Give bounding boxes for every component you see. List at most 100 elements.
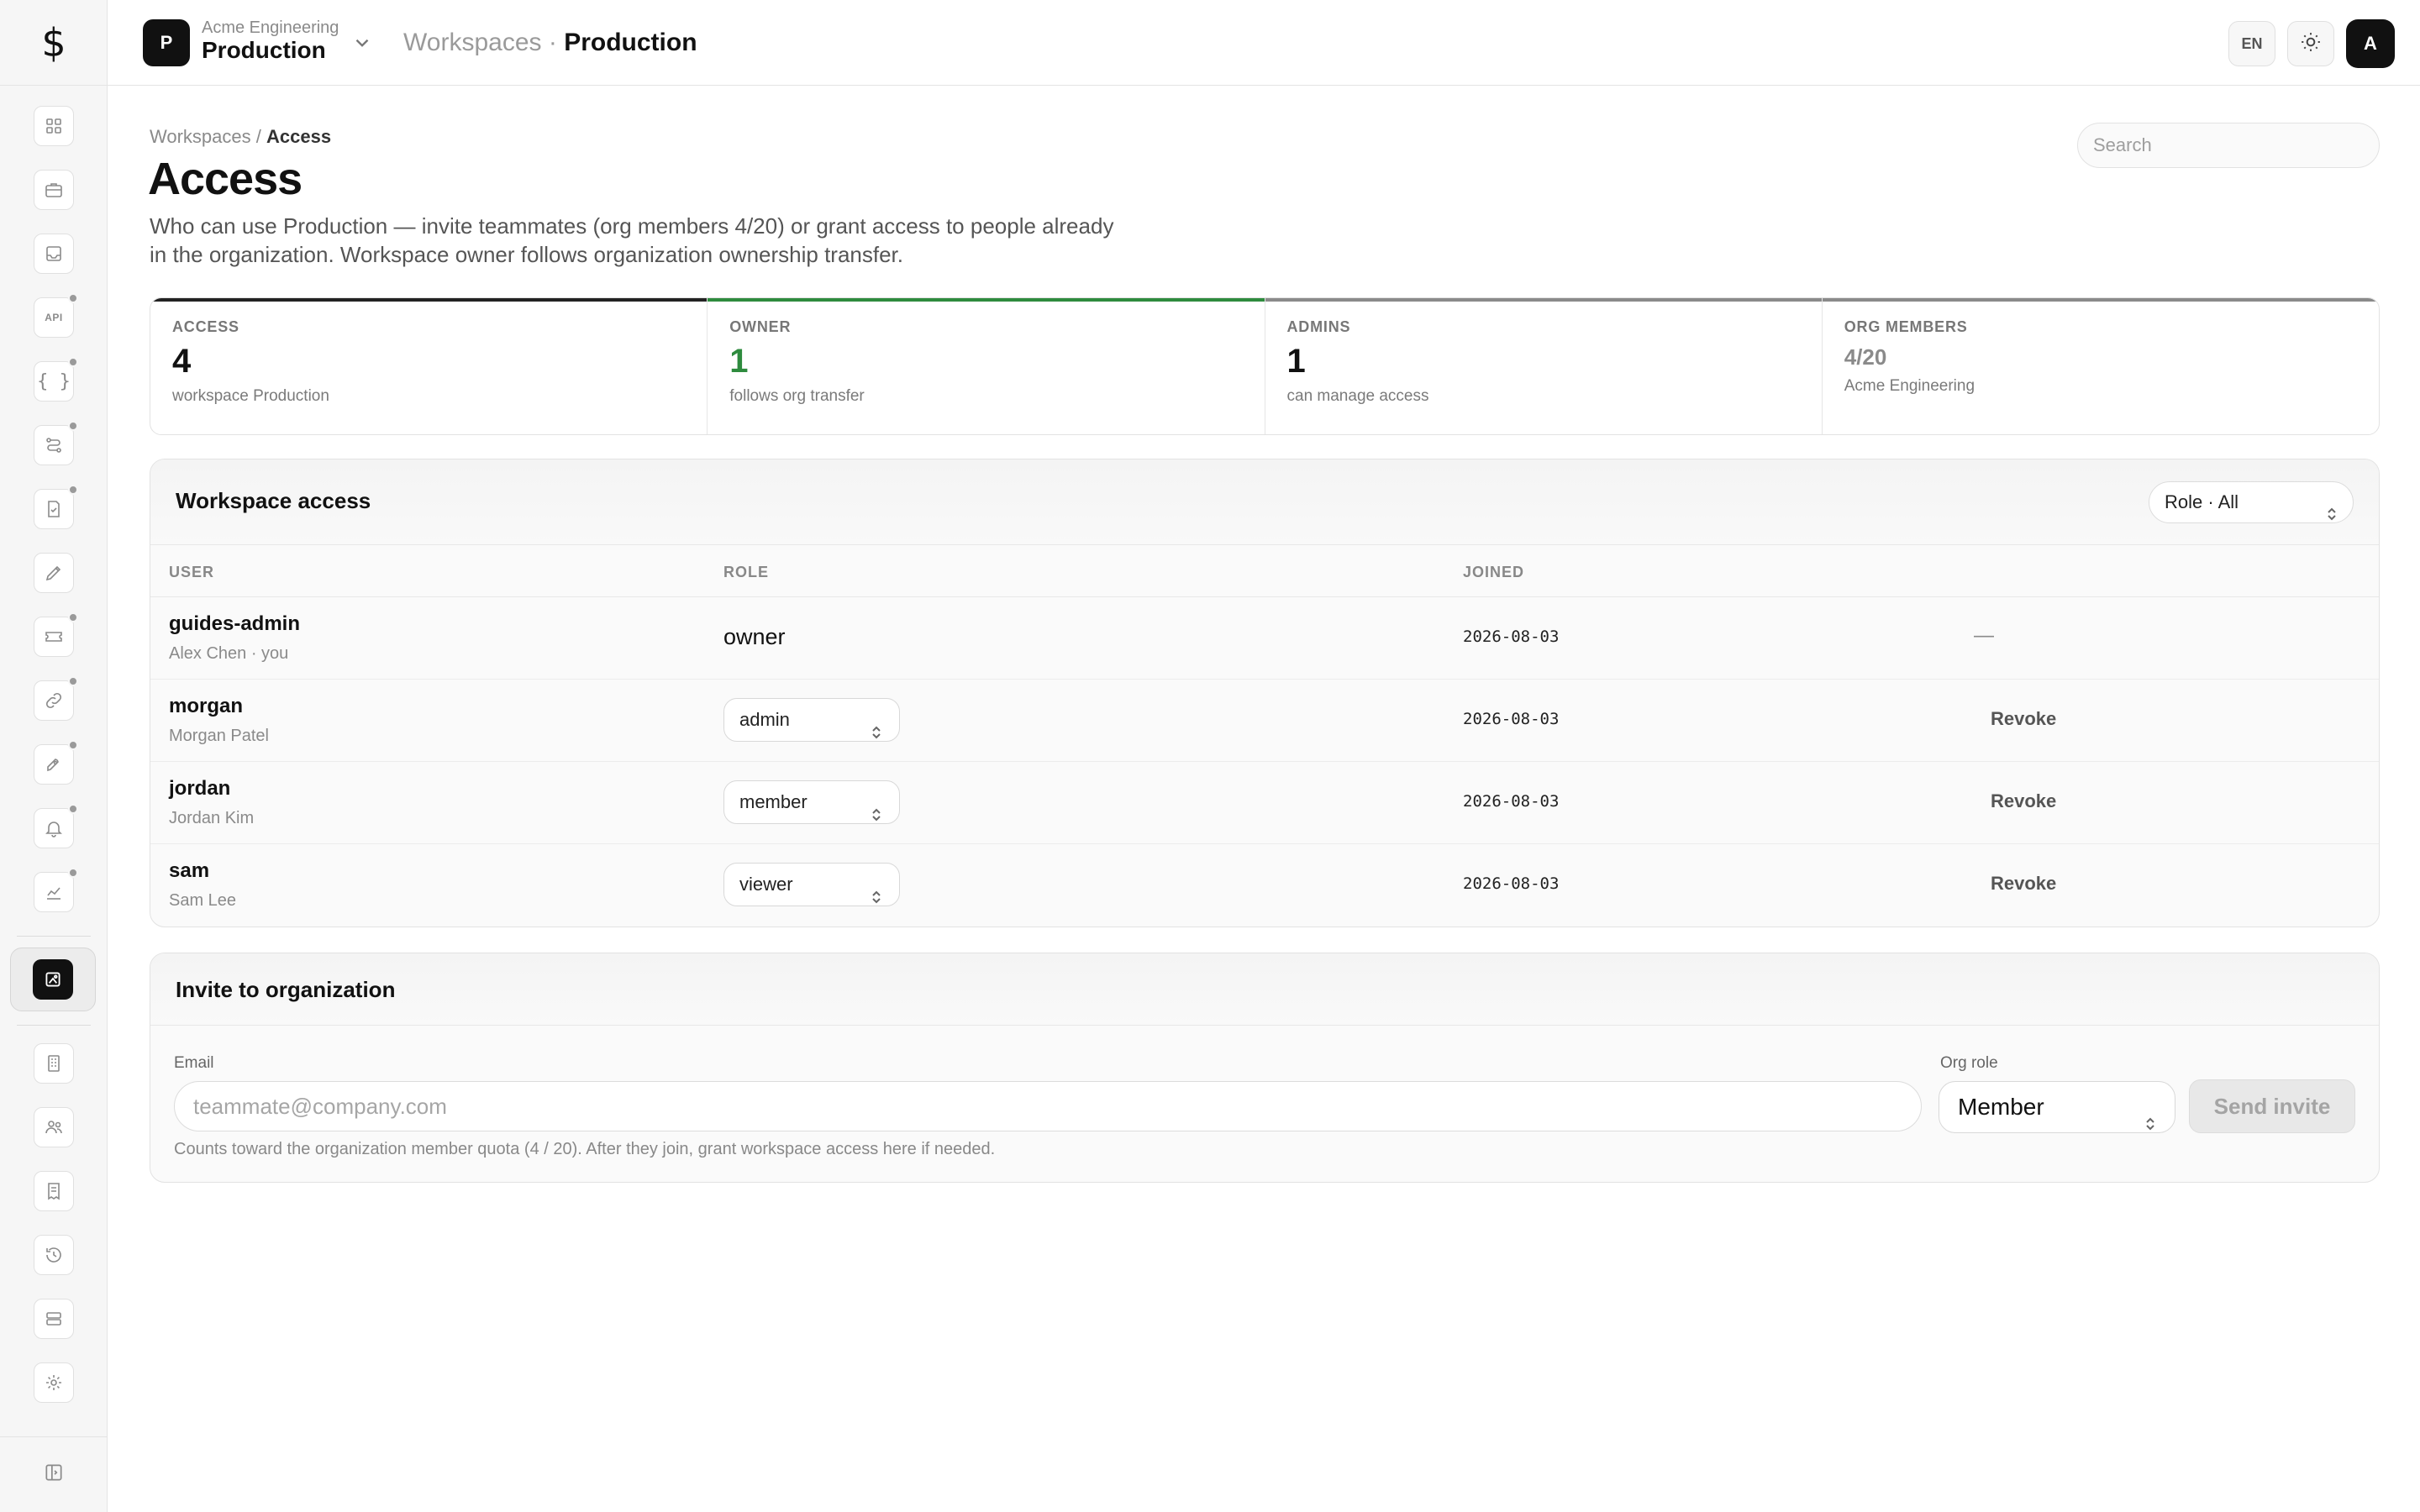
column-header-user[interactable]: USER — [169, 564, 214, 581]
table-row: guides-admin Alex Chen · you owner 2026-… — [150, 597, 2379, 680]
workspace-access-icon — [33, 959, 73, 1000]
stat-access: ACCESS 4 workspace Production — [150, 298, 708, 434]
role-select-value: admin — [739, 709, 790, 730]
user-username: guides-admin — [169, 612, 301, 635]
chevron-updown-icon — [2326, 496, 2338, 521]
panel-header: Workspace access Role · All — [150, 459, 2379, 545]
panel-title: Workspace access — [176, 488, 371, 513]
stat-sub: workspace Production — [172, 387, 329, 405]
role-select-value: member — [739, 791, 808, 812]
role-select[interactable]: viewer — [723, 863, 900, 906]
api-icon[interactable]: API — [34, 293, 78, 338]
page-description: Who can use Production — invite teammate… — [150, 213, 1114, 267]
column-header-joined[interactable]: JOINED — [1463, 564, 1524, 581]
chevron-updown-icon — [871, 713, 882, 739]
top-bar: P Acme Engineering Production Workspaces… — [108, 0, 2420, 86]
stat-value: 1 — [1286, 343, 1306, 380]
history-icon[interactable] — [34, 1235, 74, 1275]
briefcase-icon[interactable] — [34, 170, 74, 210]
settings-icon[interactable] — [34, 1362, 74, 1403]
stat-sub: follows org transfer — [729, 387, 865, 405]
link-icon[interactable] — [34, 676, 78, 721]
top-breadcrumb-separator: · — [548, 29, 557, 56]
dashboard-icon[interactable] — [34, 106, 74, 146]
role-filter-select[interactable]: Role · All — [2149, 481, 2354, 523]
breadcrumb-parent[interactable]: Workspaces — [150, 126, 251, 147]
breadcrumb: Workspaces / Access — [150, 126, 331, 148]
workspace-org-name[interactable]: Acme Engineering — [202, 18, 339, 38]
top-breadcrumb-current: Production — [564, 29, 697, 56]
routes-icon[interactable] — [34, 421, 78, 465]
role-select[interactable]: member — [723, 780, 900, 824]
panel-title: Invite to organization — [176, 977, 396, 1002]
role-select[interactable]: admin — [723, 698, 900, 742]
search-input[interactable] — [2077, 123, 2380, 168]
joined-date: 2026-08-03 — [1463, 874, 1560, 893]
rail-divider — [17, 936, 91, 937]
joined-date: 2026-08-03 — [1463, 710, 1560, 728]
stat-label: ORG MEMBERS — [1844, 318, 1968, 335]
stat-owner: OWNER 1 follows org transfer — [708, 298, 1265, 434]
page-title: Access — [148, 154, 302, 204]
sidebar-toggle[interactable] — [0, 1436, 108, 1512]
org-role-select[interactable]: Member — [1939, 1081, 2175, 1133]
theme-toggle-button[interactable] — [2287, 21, 2334, 66]
user-fullname: Jordan Kim — [169, 809, 255, 827]
role-filter-value: Role · All — [2165, 491, 2239, 512]
stat-value: 4/20 — [1844, 344, 1887, 370]
app-logo[interactable]: $ — [0, 0, 108, 86]
table-header: USER ROLE JOINED — [150, 545, 2379, 597]
inbox-icon[interactable] — [34, 234, 74, 274]
dollar-logo-icon: $ — [41, 19, 66, 66]
rocket-icon[interactable] — [34, 740, 78, 785]
building-icon[interactable] — [34, 1043, 74, 1084]
main-content: Workspaces / Access Access Who can use P… — [108, 86, 2420, 1512]
email-label: Email — [174, 1054, 214, 1072]
column-header-role[interactable]: ROLE — [723, 564, 769, 581]
receipt-icon[interactable] — [34, 1171, 74, 1211]
workspace-access-panel: Workspace access Role · All USER ROLE JO… — [150, 459, 2380, 927]
joined-date: 2026-08-03 — [1463, 627, 1560, 646]
email-field[interactable] — [174, 1081, 1922, 1131]
table-row: jordan Jordan Kim member 2026-08-03 Revo… — [150, 762, 2379, 844]
avatar[interactable]: A — [2346, 19, 2395, 68]
chevron-down-icon[interactable] — [351, 32, 373, 54]
rail-divider — [17, 1025, 91, 1026]
invite-form: Email Org role Member Send invite Counts… — [150, 1026, 2379, 1182]
users-icon[interactable] — [34, 1107, 74, 1147]
language-button[interactable]: EN — [2228, 21, 2275, 66]
workspace-badge[interactable]: P — [143, 19, 190, 66]
table-row: morgan Morgan Patel admin 2026-08-03 Rev… — [150, 680, 2379, 762]
breadcrumb-current: Access — [266, 126, 332, 147]
workspace-name[interactable]: Production — [202, 37, 326, 64]
left-rail: $ API { } — [0, 0, 108, 1512]
bell-icon[interactable] — [34, 804, 78, 848]
document-check-icon[interactable] — [34, 485, 78, 529]
top-breadcrumb: Workspaces · Production — [403, 29, 697, 57]
stat-org-members: ORG MEMBERS 4/20 Acme Engineering — [1822, 298, 2379, 434]
send-invite-button[interactable]: Send invite — [2189, 1079, 2355, 1133]
chart-icon[interactable] — [34, 868, 78, 912]
breadcrumb-separator: / — [255, 126, 261, 147]
ticket-icon[interactable] — [34, 612, 78, 657]
sidebar-toggle-icon — [43, 1462, 65, 1488]
invite-panel: Invite to organization Email Org role Me… — [150, 953, 2380, 1183]
chevron-updown-icon — [871, 795, 882, 822]
stat-value: 1 — [729, 343, 749, 380]
code-braces-icon[interactable]: { } — [34, 357, 78, 402]
revoke-button[interactable]: Revoke — [1991, 790, 2056, 812]
org-role-value: Member — [1958, 1094, 2044, 1120]
revoke-button[interactable]: Revoke — [1991, 873, 2056, 895]
revoke-button[interactable]: Revoke — [1991, 708, 2056, 730]
workspace-access-nav[interactable] — [10, 948, 96, 1011]
no-action: — — [1974, 624, 1994, 647]
storage-icon[interactable] — [34, 1299, 74, 1339]
sun-icon — [2300, 31, 2322, 57]
pen-tool-icon[interactable] — [34, 553, 74, 593]
top-breadcrumb-parent[interactable]: Workspaces — [403, 29, 542, 56]
user-username: jordan — [169, 777, 231, 800]
role-select-value: viewer — [739, 874, 793, 895]
role-label: owner — [723, 624, 786, 649]
stat-label: ADMINS — [1286, 318, 1351, 335]
chevron-updown-icon — [871, 878, 882, 904]
